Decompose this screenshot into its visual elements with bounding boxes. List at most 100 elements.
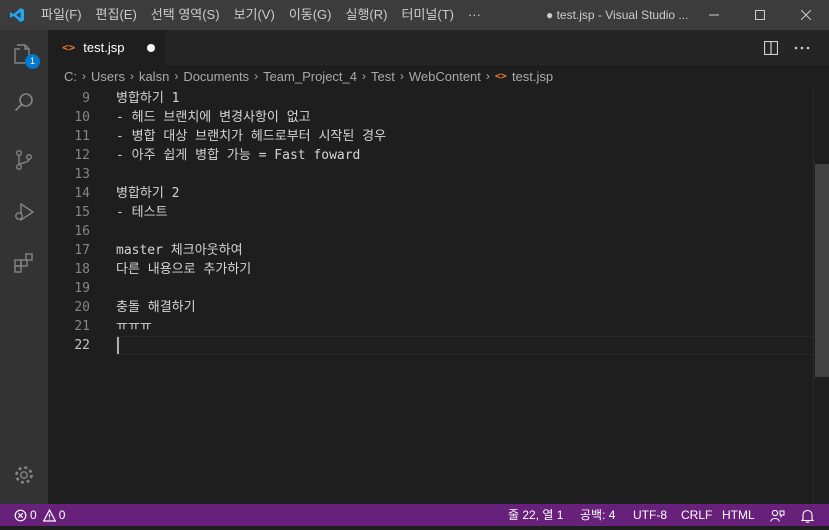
window-title: ● test.jsp - Visual Studio ... [546,8,689,22]
line-number: 18 [74,262,90,277]
minimize-icon[interactable] [691,0,737,30]
explorer-icon[interactable]: 1 [0,30,48,78]
warning-count: 0 [58,508,66,522]
feedback-icon[interactable] [770,508,785,530]
breadcrumb-webcontent[interactable]: WebContent [409,69,481,84]
line-number: 12 [74,148,90,163]
code-line[interactable]: 10 - 헤드 브랜치에 변경사항이 없고 [48,108,813,127]
tab-label: test.jsp [83,40,125,55]
problems-indicator[interactable]: 0 0 [14,504,65,526]
menu-terminal[interactable]: 터미널(T) [394,0,460,30]
line-text: - 테스트 [116,205,168,220]
cursor-position[interactable]: 줄 22, 열 1 [508,504,563,526]
line-number: 14 [74,186,90,201]
language-mode[interactable]: HTML [722,504,755,526]
run-debug-icon[interactable] [0,188,48,236]
breadcrumb-user[interactable]: kalsn [139,69,169,84]
menu-edit[interactable]: 편집(E) [89,0,144,30]
extensions-icon[interactable] [0,239,48,287]
line-number: 10 [74,110,90,125]
code-line[interactable]: 13 [48,165,813,184]
menu-run[interactable]: 실행(R) [339,0,395,30]
chevron-right-icon: › [82,69,86,83]
breadcrumb-file[interactable]: test.jsp [512,69,553,84]
breadcrumb: C: › Users › kalsn › Documents › Team_Pr… [48,65,829,87]
line-number: 13 [74,167,90,182]
status-bar: 0 0 줄 22, 열 1 공백: 4 UTF-8 CRLF HTML [0,504,829,526]
code-line[interactable]: 20 충돌 해결하기 [48,298,813,317]
chevron-right-icon: › [129,69,134,83]
error-icon [14,509,27,521]
code-line[interactable]: 15 - 테스트 [48,203,813,222]
indentation[interactable]: 공백: 4 [580,504,615,526]
line-number: 20 [74,300,90,315]
error-count: 0 [30,508,37,522]
chevron-right-icon: › [399,69,404,83]
code-line[interactable]: 17 master 체크아웃하여 [48,241,813,260]
tab-test-jsp[interactable]: <> test.jsp [48,30,166,65]
settings-gear-icon[interactable] [0,451,48,499]
notifications-bell-icon[interactable] [800,508,815,530]
line-number: 16 [74,224,90,239]
line-number: 21 [74,319,90,334]
breadcrumb-test[interactable]: Test [371,69,395,84]
line-text: master 체크아웃하여 [116,243,243,258]
line-number: 22 [74,338,90,353]
more-actions-icon[interactable] [787,30,817,65]
warning-icon [42,508,56,522]
chevron-right-icon: › [174,69,179,83]
breadcrumb-documents[interactable]: Documents [183,69,249,84]
chevron-right-icon: › [254,69,259,83]
encoding[interactable]: UTF-8 [633,504,667,526]
vscode-logo-icon [0,0,34,30]
search-icon[interactable] [0,78,48,126]
maximize-icon[interactable] [737,0,783,30]
title-bar: 파일(F) 편집(E) 선택 영역(S) 보기(V) 이동(G) 실행(R) 터… [0,0,829,30]
menu-bar: 파일(F) 편집(E) 선택 영역(S) 보기(V) 이동(G) 실행(R) 터… [34,0,488,30]
line-text: 병합하기 1 [116,91,180,106]
code-editor[interactable]: 9 병합하기 1 10 - 헤드 브랜치에 변경사항이 없고 11 - 병합 대… [48,87,829,504]
code-line[interactable]: 14 병합하기 2 [48,184,813,203]
activity-bar: 1 [0,30,48,504]
code-line[interactable]: 21 ㅠㅠㅠ [48,317,813,336]
scrollbar-thumb[interactable] [815,164,829,377]
line-number: 11 [74,129,90,144]
end-of-line[interactable]: CRLF [681,504,712,526]
file-code-icon: <> [62,41,76,54]
code-line-active[interactable]: 22 [48,336,813,355]
line-number: 9 [82,91,90,106]
menu-go[interactable]: 이동(G) [282,0,339,30]
source-control-icon[interactable] [0,136,48,184]
line-text: 충돌 해결하기 [116,300,196,315]
line-text: - 아주 쉽게 병합 가능 = Fast foward [116,148,361,163]
code-line[interactable]: 16 [48,222,813,241]
menu-more[interactable]: ··· [461,0,488,30]
menu-view[interactable]: 보기(V) [227,0,282,30]
code-line[interactable]: 11 - 병합 대상 브랜치가 헤드로부터 시작된 경우 [48,127,813,146]
menu-selection[interactable]: 선택 영역(S) [144,0,227,30]
line-text: 병합하기 2 [116,186,180,201]
line-text: ㅠㅠㅠ [116,319,152,334]
close-icon[interactable] [783,0,829,30]
split-editor-icon[interactable] [756,30,786,65]
breadcrumb-users[interactable]: Users [91,69,125,84]
code-line[interactable]: 19 [48,279,813,298]
breadcrumb-project[interactable]: Team_Project_4 [263,69,357,84]
line-text: - 헤드 브랜치에 변경사항이 없고 [116,110,311,125]
explorer-badge: 1 [25,54,40,69]
line-number: 15 [74,205,90,220]
line-number: 19 [74,281,90,296]
line-text: - 병합 대상 브랜치가 헤드로부터 시작된 경우 [116,129,387,144]
line-text: 다른 내용으로 추가하기 [116,262,252,277]
line-number: 17 [74,243,90,258]
unsaved-dot-icon[interactable] [147,44,155,52]
breadcrumb-drive[interactable]: C: [64,69,77,84]
chevron-right-icon: › [362,69,367,83]
chevron-right-icon: › [485,69,490,83]
tab-strip: <> test.jsp [48,30,829,65]
file-code-icon: <> [494,70,507,82]
code-line[interactable]: 9 병합하기 1 [48,89,813,108]
code-line[interactable]: 12 - 아주 쉽게 병합 가능 = Fast foward [48,146,813,165]
code-line[interactable]: 18 다른 내용으로 추가하기 [48,260,813,279]
menu-file[interactable]: 파일(F) [34,0,89,30]
